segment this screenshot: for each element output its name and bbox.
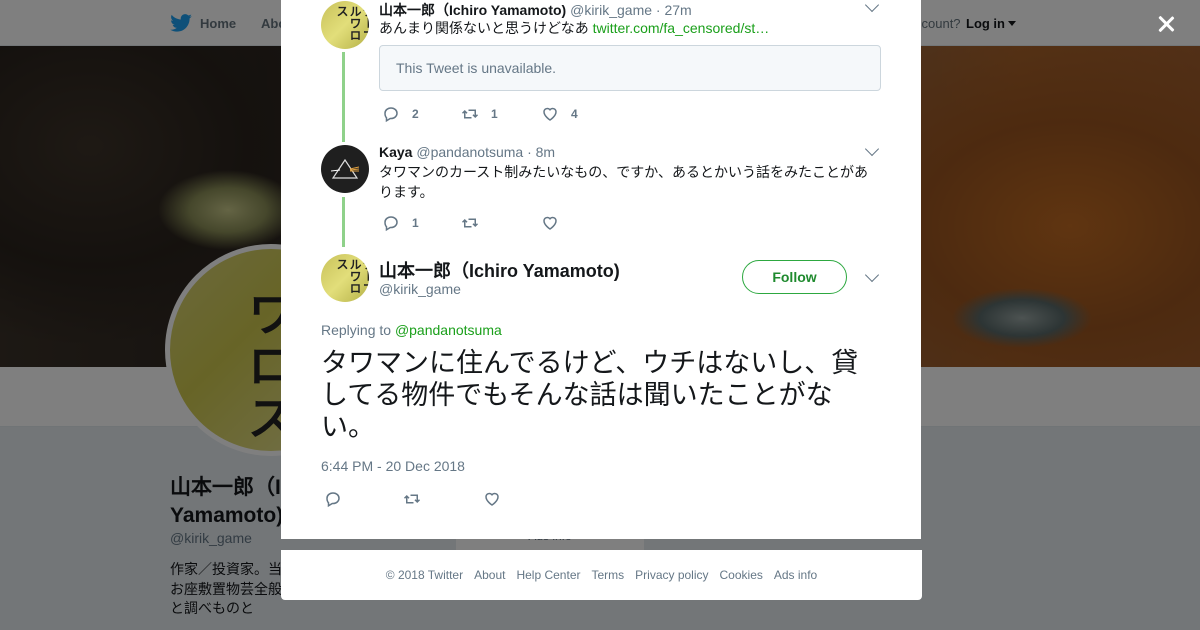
retweet-action[interactable]: 1	[461, 105, 498, 123]
like-action[interactable]: 4	[541, 105, 578, 123]
retweet-action[interactable]	[461, 214, 491, 232]
tweet-text-body: あんまり関係ないと思うけどなあ	[379, 20, 589, 36]
avatar-text: テーブルワロス	[335, 258, 369, 294]
like-count: 4	[571, 107, 578, 121]
reply-action[interactable]: 2	[382, 105, 419, 123]
avatar-text: テーブルワロス	[335, 5, 369, 41]
footer-cookies-link[interactable]: Cookies	[720, 568, 763, 582]
footer-about-link[interactable]: About	[474, 568, 505, 582]
tweet-text: あんまり関係ないと思うけどなあ twitter.com/fa_censored/…	[379, 18, 879, 38]
tweet-author-handle[interactable]: @pandanotsuma	[416, 144, 523, 160]
retweet-icon	[461, 218, 479, 228]
footer-terms-link[interactable]: Terms	[591, 568, 624, 582]
tweet-text: タワマンのカースト制みたいなもの、ですか、あるとかいう話をみたことがあります。	[379, 164, 869, 200]
reply-count: 1	[412, 216, 419, 230]
like-action[interactable]	[483, 490, 501, 508]
heart-icon	[543, 216, 557, 230]
tweet-header: 山本一郎（Ichiro Yamamoto) @kirik_game · 27m	[379, 0, 692, 20]
heart-icon	[543, 107, 557, 121]
retweet-icon	[461, 109, 479, 119]
quoted-tweet-unavailable: This Tweet is unavailable.	[379, 45, 881, 91]
tweet-author-handle[interactable]: @kirik_game	[570, 2, 652, 18]
tweet-time[interactable]: · 8m	[527, 144, 555, 160]
avatar[interactable]	[321, 145, 369, 193]
reply-count: 2	[412, 107, 419, 121]
replying-prefix: Replying to	[321, 322, 392, 338]
retweet-action[interactable]	[403, 490, 421, 508]
tweet-link[interactable]: twitter.com/fa_censored/st…	[593, 20, 770, 36]
footer-help-link[interactable]: Help Center	[516, 568, 580, 582]
replying-to-link[interactable]: @pandanotsuma	[395, 322, 502, 338]
tweet-author-name[interactable]: 山本一郎（Ichiro Yamamoto)	[379, 2, 566, 18]
main-tweet-author-handle[interactable]: @kirik_game	[379, 281, 461, 297]
retweet-icon	[403, 494, 421, 504]
main-tweet-timestamp[interactable]: 6:44 PM - 20 Dec 2018	[321, 458, 465, 474]
footer-ads-link[interactable]: Ads info	[774, 568, 817, 582]
thread-connector	[342, 52, 345, 142]
modal-footer: © 2018 Twitter About Help Center Terms P…	[281, 550, 922, 600]
footer-privacy-link[interactable]: Privacy policy	[635, 568, 708, 582]
tweet-time[interactable]: · 27m	[656, 2, 692, 18]
footer-copyright: © 2018 Twitter	[385, 568, 464, 582]
like-action[interactable]	[541, 214, 571, 232]
close-icon[interactable]	[1152, 10, 1180, 38]
tweet-author-name[interactable]: Kaya	[379, 144, 412, 160]
tweet-header: Kaya @pandanotsuma · 8m	[379, 144, 555, 160]
thread-connector	[342, 197, 345, 247]
main-tweet-text: タワマンに住んでるけど、ウチはないし、貸してる物件でもそんな話は聞いたことがない…	[321, 348, 859, 442]
avatar[interactable]: テーブルワロス	[321, 254, 369, 302]
reply-icon	[326, 492, 340, 508]
reply-icon	[384, 216, 398, 232]
avatar[interactable]: テーブルワロス	[321, 1, 369, 49]
prism-icon	[331, 158, 359, 179]
reply-action[interactable]: 1	[382, 214, 419, 232]
reply-action[interactable]	[324, 490, 342, 508]
reply-icon	[384, 107, 398, 123]
heart-icon	[485, 492, 499, 506]
retweet-count: 1	[491, 107, 498, 121]
follow-button[interactable]: Follow	[742, 260, 847, 294]
main-tweet-author-name[interactable]: 山本一郎（Ichiro Yamamoto)	[379, 257, 620, 283]
replying-to: Replying to @pandanotsuma	[321, 322, 502, 338]
